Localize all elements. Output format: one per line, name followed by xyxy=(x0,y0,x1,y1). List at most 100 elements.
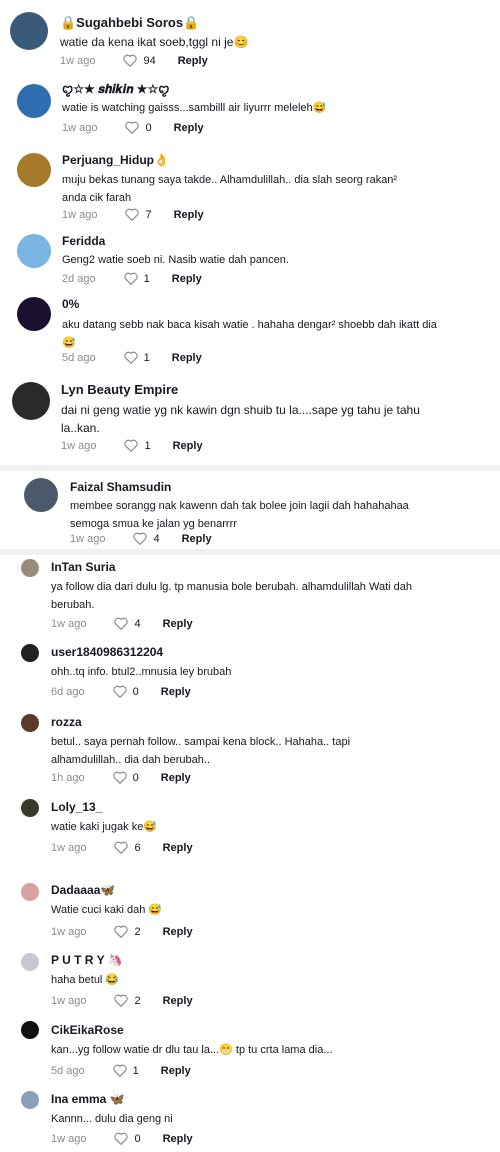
heart-icon xyxy=(125,121,140,134)
comment-time: 1w ago xyxy=(62,121,98,134)
avatar[interactable] xyxy=(21,714,39,732)
comment-time: 5d ago xyxy=(62,351,96,364)
heart-icon xyxy=(114,994,129,1007)
avatar[interactable] xyxy=(24,478,58,512)
comment-text: watie kaki jugak ke😅 xyxy=(51,821,158,833)
like-button[interactable]: 7 xyxy=(125,208,152,221)
comment-author[interactable]: Ina emma 🦋 xyxy=(51,1092,125,1106)
comment-meta: 1w ago 6 Reply xyxy=(51,841,193,854)
comment-author[interactable]: InTan Suria xyxy=(51,560,115,574)
comment-meta: 6d ago 0 Reply xyxy=(51,685,191,698)
comment-text: Geng2 watie soeb ni. Nasib watie dah pan… xyxy=(62,254,289,266)
comment-text: muju bekas tunang saya takde.. Alhamduli… xyxy=(62,174,398,204)
avatar[interactable] xyxy=(21,799,39,817)
reply-button[interactable]: Reply xyxy=(163,842,193,854)
avatar[interactable] xyxy=(21,1021,39,1039)
reply-button[interactable]: Reply xyxy=(182,533,212,545)
comment-meta: 1w ago 7 Reply xyxy=(62,208,204,221)
heart-icon xyxy=(112,771,127,784)
comment: Faizal Shamsudin membee sorangg nak kawe… xyxy=(0,471,500,549)
like-button[interactable]: 6 xyxy=(114,841,141,854)
comment-time: 1h ago xyxy=(51,771,85,784)
comment-meta: 1w ago 4 Reply xyxy=(51,617,193,630)
like-button[interactable]: 1 xyxy=(112,1064,139,1077)
avatar[interactable] xyxy=(17,297,51,331)
avatar[interactable] xyxy=(12,382,50,420)
comment-author[interactable]: Loly_13_ xyxy=(51,800,102,814)
comment-author[interactable]: P U T R Y 🦄 xyxy=(51,953,123,967)
comment-author[interactable]: 0% xyxy=(62,297,79,311)
reply-button[interactable]: Reply xyxy=(163,618,193,630)
heart-icon xyxy=(112,1064,127,1077)
reply-button[interactable]: Reply xyxy=(173,440,203,452)
avatar[interactable] xyxy=(21,953,39,971)
avatar[interactable] xyxy=(17,234,51,268)
comment-author[interactable]: rozza xyxy=(51,715,82,729)
comment-author[interactable]: ꨄ︎☆★ 𝒔𝒉𝒊𝒌𝒊𝒏 ★☆ꨄ︎ xyxy=(62,81,169,98)
like-count: 1 xyxy=(143,351,150,364)
comment: Feridda Geng2 watie soeb ni. Nasib watie… xyxy=(0,230,500,295)
comment-time: 1w ago xyxy=(60,54,96,67)
comment-text: Kannn... dulu dia geng ni xyxy=(51,1113,173,1125)
like-button[interactable]: 2 xyxy=(114,994,141,1007)
like-count: 1 xyxy=(143,272,150,285)
like-count: 2 xyxy=(134,925,141,938)
like-count: 1 xyxy=(132,1064,139,1077)
comment: Ina emma 🦋 Kannn... dulu dia geng ni 1w … xyxy=(0,1082,500,1152)
like-button[interactable]: 0 xyxy=(114,1132,141,1145)
comment-author[interactable]: CikEikaRose xyxy=(51,1023,124,1037)
comment-time: 1w ago xyxy=(51,994,87,1007)
comment-author[interactable]: Perjuang_Hidup👌 xyxy=(62,153,169,167)
comment-time: 1w ago xyxy=(51,1132,87,1145)
comment-meta: 1w ago 0 Reply xyxy=(51,1132,193,1145)
reply-button[interactable]: Reply xyxy=(161,686,191,698)
like-button[interactable]: 2 xyxy=(114,925,141,938)
avatar[interactable] xyxy=(21,883,39,901)
like-button[interactable]: 4 xyxy=(133,532,160,545)
reply-button[interactable]: Reply xyxy=(163,926,193,938)
like-button[interactable]: 1 xyxy=(124,439,151,452)
reply-button[interactable]: Reply xyxy=(161,772,191,784)
comment: rozza betul.. saya pernah follow.. sampa… xyxy=(0,705,500,790)
comment-text: watie is watching gaisss...sambilll air … xyxy=(62,102,327,114)
reply-button[interactable]: Reply xyxy=(172,273,202,285)
avatar[interactable] xyxy=(10,12,48,50)
comment-author[interactable]: Faizal Shamsudin xyxy=(70,480,171,494)
like-count: 2 xyxy=(134,994,141,1007)
avatar[interactable] xyxy=(21,559,39,577)
like-button[interactable]: 1 xyxy=(123,351,150,364)
reply-button[interactable]: Reply xyxy=(174,122,204,134)
reply-button[interactable]: Reply xyxy=(174,209,204,221)
reply-button[interactable]: Reply xyxy=(172,352,202,364)
avatar[interactable] xyxy=(17,153,51,187)
avatar[interactable] xyxy=(21,1091,39,1109)
like-button[interactable]: 4 xyxy=(114,617,141,630)
comment-text: membee sorangg nak kawenn dah tak bolee … xyxy=(70,500,409,530)
like-count: 4 xyxy=(134,617,141,630)
comment-author[interactable]: 🔒Sugahbebi Soros🔒 xyxy=(60,15,199,31)
comment-time: 5d ago xyxy=(51,1064,85,1077)
reply-button[interactable]: Reply xyxy=(178,55,208,67)
like-button[interactable]: 0 xyxy=(112,685,139,698)
comment-author[interactable]: Dadaaaa🦋 xyxy=(51,883,115,897)
comment-author[interactable]: Feridda xyxy=(62,234,105,248)
avatar[interactable] xyxy=(17,84,51,118)
comment: Dadaaaa🦋 Watie cuci kaki dah 😅 1w ago 2 … xyxy=(0,872,500,942)
reply-button[interactable]: Reply xyxy=(163,1133,193,1145)
comment: CikEikaRose kan...yg follow watie dr dlu… xyxy=(0,1012,500,1082)
like-button[interactable]: 1 xyxy=(123,272,150,285)
comment-text: watie da kena ikat soeb,tggl ni je😊 xyxy=(60,35,249,49)
reply-button[interactable]: Reply xyxy=(163,995,193,1007)
like-button[interactable]: 0 xyxy=(112,771,139,784)
comment-meta: 1w ago 2 Reply xyxy=(51,925,193,938)
reply-button[interactable]: Reply xyxy=(161,1065,191,1077)
comment-time: 2d ago xyxy=(62,272,96,285)
like-button[interactable]: 94 xyxy=(123,54,156,67)
comment-meta: 1w ago 0 Reply xyxy=(62,121,204,134)
avatar[interactable] xyxy=(21,644,39,662)
like-button[interactable]: 0 xyxy=(125,121,152,134)
comment-time: 6d ago xyxy=(51,685,85,698)
comment-text: betul.. saya pernah follow.. sampai kena… xyxy=(51,736,351,766)
comment-author[interactable]: Lyn Beauty Empire xyxy=(61,382,178,397)
comment-author[interactable]: user1840986312204 xyxy=(51,645,163,659)
